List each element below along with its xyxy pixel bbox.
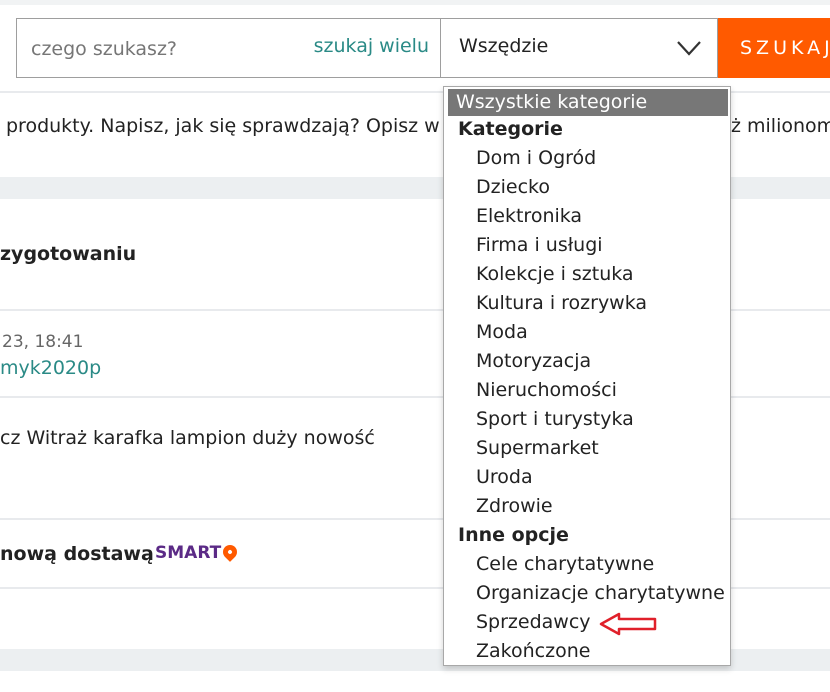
- review-prompt-text-right: ż milionom: [731, 115, 830, 137]
- review-prompt-text: produkty. Napisz, jak się sprawdzają? Op…: [6, 115, 440, 137]
- seller-link[interactable]: myk2020p: [0, 357, 101, 379]
- dropdown-option[interactable]: Kultura i rozrywka: [476, 292, 647, 314]
- category-dropdown-list: Wszystkie kategorie Kategorie Dom i Ogró…: [443, 86, 731, 666]
- dropdown-group-kategorie: Kategorie: [458, 118, 563, 140]
- category-scope-select[interactable]: Wszędzie: [440, 18, 718, 78]
- annotation-arrow-icon: [599, 612, 657, 636]
- dropdown-option[interactable]: Elektronika: [476, 205, 582, 227]
- dropdown-option-all-categories[interactable]: Wszystkie kategorie: [448, 89, 728, 116]
- dropdown-option[interactable]: Sport i turystyka: [476, 408, 634, 430]
- delivery-text: nową dostawą: [0, 543, 154, 565]
- product-title[interactable]: cz Witraż karafka lampion duży nowość: [0, 427, 375, 449]
- search-input[interactable]: [29, 33, 303, 65]
- top-strip: [0, 0, 830, 5]
- smart-logo-text: SMART: [155, 543, 222, 563]
- order-date: 23, 18:41: [2, 332, 84, 352]
- dropdown-option-sprzedawcy[interactable]: Sprzedawcy: [476, 611, 591, 633]
- dropdown-option[interactable]: Dom i Ogród: [476, 147, 596, 169]
- dropdown-option[interactable]: Moda: [476, 321, 528, 343]
- dropdown-option[interactable]: Kolekcje i sztuka: [476, 263, 634, 285]
- dropdown-option[interactable]: Dziecko: [476, 176, 550, 198]
- search-field: szukaj wielu: [16, 18, 441, 78]
- dropdown-option[interactable]: Motoryzacja: [476, 350, 591, 372]
- search-button[interactable]: SZUKAJ: [718, 18, 830, 78]
- dropdown-group-inne-opcje: Inne opcje: [458, 524, 569, 546]
- dropdown-option[interactable]: Uroda: [476, 466, 533, 488]
- search-many-link[interactable]: szukaj wielu: [314, 35, 429, 57]
- dropdown-option[interactable]: Zakończone: [476, 640, 590, 662]
- dropdown-option[interactable]: Firma i usługi: [476, 234, 603, 256]
- dropdown-option[interactable]: Organizacje charytatywne: [476, 582, 725, 604]
- dropdown-option[interactable]: Cele charytatywne: [476, 553, 654, 575]
- chevron-down-icon: [677, 41, 701, 56]
- scope-select-value: Wszędzie: [459, 35, 549, 57]
- dropdown-option[interactable]: Nieruchomości: [476, 379, 617, 401]
- section-heading: zygotowaniu: [0, 243, 137, 265]
- smart-logo: SMART: [155, 542, 241, 563]
- dropdown-option[interactable]: Zdrowie: [476, 495, 553, 517]
- dropdown-option[interactable]: Supermarket: [476, 437, 599, 459]
- search-bar: szukaj wielu Wszędzie SZUKAJ: [16, 18, 830, 78]
- smart-pin-icon: [220, 542, 241, 562]
